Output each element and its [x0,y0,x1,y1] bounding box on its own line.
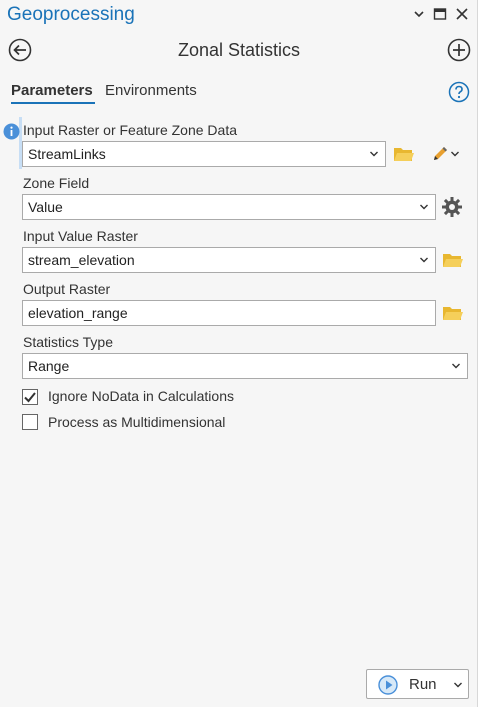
tab-parameters[interactable]: Parameters [11,82,93,99]
stat-type-label: Statistics Type [23,334,114,350]
chevron-down-icon [420,204,428,210]
stat-type-dropdown[interactable]: Range [22,353,468,379]
ignore-nodata-checkbox[interactable] [22,389,38,405]
ignore-nodata-label: Ignore NoData in Calculations [48,388,234,404]
multidimensional-checkbox[interactable] [22,414,38,430]
output-raster-browse-button[interactable] [441,302,465,324]
zone-field-settings-button[interactable] [440,196,464,218]
tool-header: Zonal Statistics [0,34,478,68]
chevron-down-icon [370,151,378,157]
run-button-label: Run [409,676,437,693]
pencil-icon [434,147,447,160]
zone-field-value: Value [28,199,63,215]
chevron-down-icon [452,363,460,369]
pane-close-button[interactable] [453,4,471,24]
chevron-down-icon [420,257,428,263]
chevron-down-icon [451,151,459,157]
value-raster-dropdown[interactable]: stream_elevation [22,247,436,273]
zone-field-label: Zone Field [23,175,90,191]
multidimensional-label: Process as Multidimensional [48,414,226,430]
chevron-down-icon[interactable] [453,681,463,689]
play-icon [378,675,398,695]
value-raster-value: stream_elevation [28,252,135,268]
close-icon [456,8,468,20]
folder-icon [443,307,463,320]
input-raster-browse-button[interactable] [392,143,416,165]
input-raster-value: StreamLinks [28,146,106,162]
help-icon[interactable] [448,81,470,103]
chevron-down-icon [414,11,424,18]
checkmark-icon [24,392,36,403]
stat-type-value: Range [28,358,70,374]
pane-titlebar: Geoprocessing [0,0,478,30]
gear-icon [442,197,462,217]
active-tab-underline [11,102,95,104]
restore-icon [433,8,447,20]
input-raster-label: Input Raster or Feature Zone Data [23,122,237,138]
output-raster-input[interactable]: elevation_range [22,300,436,326]
output-raster-label: Output Raster [23,281,111,297]
zone-field-dropdown[interactable]: Value [22,194,436,220]
pane-options-button[interactable] [410,4,428,24]
pane-restore-button[interactable] [431,4,449,24]
run-button[interactable]: Run [366,669,469,699]
value-raster-label: Input Value Raster [23,228,138,244]
folder-icon [443,254,463,267]
input-raster-dropdown[interactable]: StreamLinks [22,141,386,167]
info-icon[interactable] [3,123,20,140]
folder-icon [394,148,414,161]
output-raster-value: elevation_range [28,305,128,321]
add-icon[interactable] [447,38,471,62]
create-features-button[interactable] [427,143,463,165]
tab-environments[interactable]: Environments [105,82,197,99]
value-raster-browse-button[interactable] [441,249,465,271]
tool-title: Zonal Statistics [177,40,301,60]
geoprocessing-pane: Geoprocessing Zonal Statistics Parameter… [0,0,478,707]
pane-title: Geoprocessing [7,4,135,25]
